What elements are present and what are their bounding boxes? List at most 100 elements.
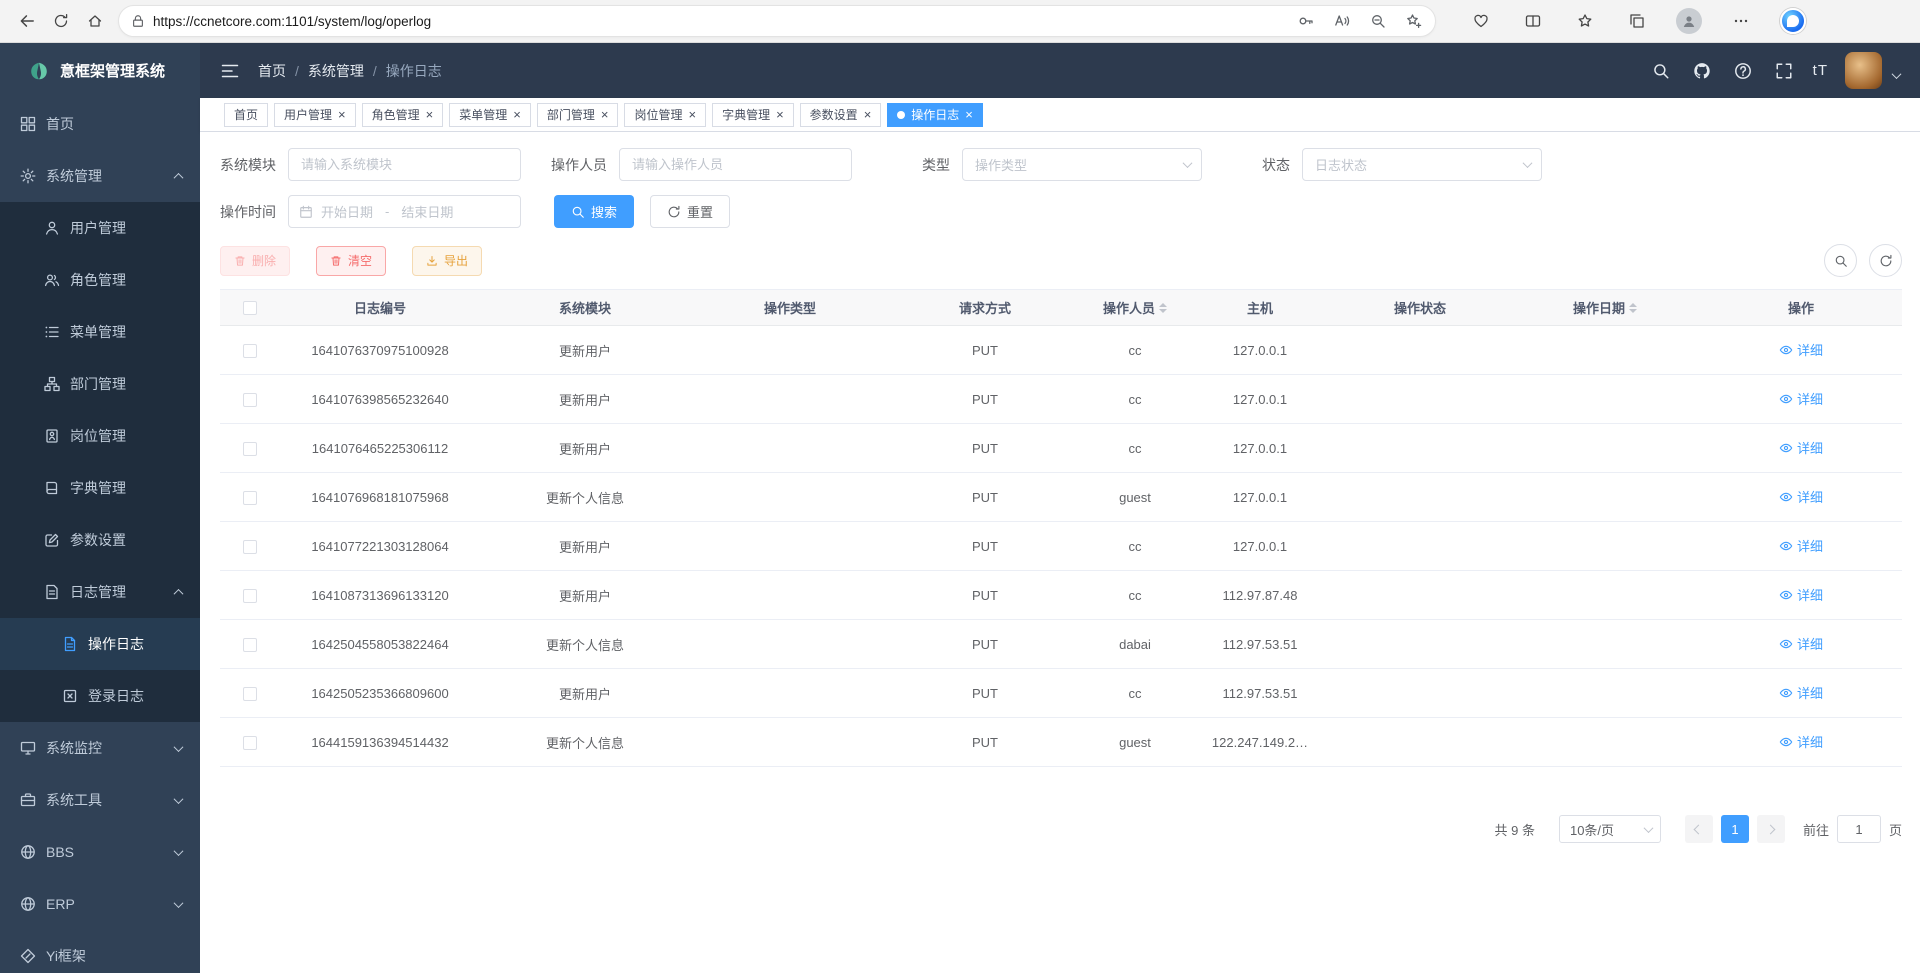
sidebar-item-loginlog[interactable]: 登录日志 (0, 670, 200, 722)
toggle-search-button[interactable] (1824, 244, 1857, 277)
breadcrumb-section[interactable]: 系统管理 (308, 61, 364, 81)
row-checkbox[interactable] (243, 540, 257, 554)
font-size-icon[interactable]: tT (1813, 62, 1828, 79)
sidebar-item-tools[interactable]: 系统工具 (0, 774, 200, 826)
detail-link[interactable]: 详细 (1779, 389, 1823, 408)
sidebar-item-bbs[interactable]: BBS (0, 826, 200, 878)
close-icon[interactable]: × (338, 108, 346, 121)
detail-link[interactable]: 详细 (1779, 340, 1823, 359)
favorite-add-icon[interactable] (1399, 7, 1429, 35)
search-icon[interactable] (1649, 59, 1673, 83)
breadcrumb-home[interactable]: 首页 (258, 61, 286, 81)
prev-page-button[interactable] (1685, 815, 1713, 843)
detail-link[interactable]: 详细 (1779, 487, 1823, 506)
sort-icon[interactable] (1629, 303, 1637, 313)
sidebar-item-post-mgmt[interactable]: 岗位管理 (0, 410, 200, 462)
tab-role-mgmt[interactable]: 角色管理× (362, 103, 444, 127)
row-checkbox[interactable] (243, 736, 257, 750)
refresh-button[interactable] (44, 4, 78, 38)
refresh-table-button[interactable] (1869, 244, 1902, 277)
row-checkbox[interactable] (243, 589, 257, 603)
detail-link[interactable]: 详细 (1779, 683, 1823, 702)
url-text[interactable]: https://ccnetcore.com:1101/system/log/op… (153, 14, 1285, 29)
tab-home[interactable]: 首页 (224, 103, 268, 127)
page-size-select[interactable]: 10条/页 (1559, 815, 1661, 843)
tab-dict-mgmt[interactable]: 字典管理× (712, 103, 794, 127)
export-button[interactable]: 导出 (412, 246, 482, 276)
sidebar-item-user-mgmt[interactable]: 用户管理 (0, 202, 200, 254)
address-bar[interactable]: https://ccnetcore.com:1101/system/log/op… (118, 5, 1436, 37)
favorites-icon[interactable] (1570, 6, 1600, 36)
sidebar-item-operlog[interactable]: 操作日志 (0, 618, 200, 670)
tab-post-mgmt[interactable]: 岗位管理× (624, 103, 706, 127)
select-all-checkbox[interactable] (243, 301, 257, 315)
close-icon[interactable]: × (965, 108, 973, 121)
sort-icon[interactable] (1159, 303, 1167, 313)
tab-dept-mgmt[interactable]: 部门管理× (537, 103, 619, 127)
detail-link[interactable]: 详细 (1779, 438, 1823, 457)
home-button[interactable] (78, 4, 112, 38)
copilot-icon[interactable] (1778, 6, 1808, 36)
row-checkbox[interactable] (243, 344, 257, 358)
detail-link[interactable]: 详细 (1779, 585, 1823, 604)
tab-operlog[interactable]: 操作日志× (887, 103, 983, 127)
jump-page-input[interactable] (1837, 815, 1881, 843)
search-button[interactable]: 搜索 (554, 195, 634, 228)
sidebar-item-yi-framework[interactable]: Yi框架 (0, 930, 200, 973)
row-checkbox[interactable] (243, 393, 257, 407)
date-range-input[interactable]: 开始日期 - 结束日期 (288, 195, 521, 228)
tab-param-settings[interactable]: 参数设置× (800, 103, 882, 127)
clear-button[interactable]: 清空 (316, 246, 386, 276)
detail-link[interactable]: 详细 (1779, 536, 1823, 555)
sidebar-item-dept-mgmt[interactable]: 部门管理 (0, 358, 200, 410)
row-checkbox[interactable] (243, 638, 257, 652)
sidebar-item-menu-mgmt[interactable]: 菜单管理 (0, 306, 200, 358)
close-icon[interactable]: × (776, 108, 784, 121)
sidebar-item-dict-mgmt[interactable]: 字典管理 (0, 462, 200, 514)
user-avatar[interactable] (1845, 52, 1882, 89)
module-input[interactable] (288, 148, 521, 181)
sidebar-item-erp[interactable]: ERP (0, 878, 200, 930)
operator-input[interactable] (619, 148, 852, 181)
row-checkbox[interactable] (243, 687, 257, 701)
tab-user-mgmt[interactable]: 用户管理× (274, 103, 356, 127)
github-icon[interactable] (1690, 59, 1714, 83)
sidebar-item-param-settings[interactable]: 参数设置 (0, 514, 200, 566)
detail-link[interactable]: 详细 (1779, 634, 1823, 653)
type-select[interactable]: 操作类型 (962, 148, 1202, 181)
fullscreen-icon[interactable] (1772, 59, 1796, 83)
next-page-button[interactable] (1757, 815, 1785, 843)
browser-essentials-icon[interactable] (1466, 6, 1496, 36)
reset-button[interactable]: 重置 (650, 195, 730, 228)
help-icon[interactable] (1731, 59, 1755, 83)
row-checkbox[interactable] (243, 491, 257, 505)
close-icon[interactable]: × (601, 108, 609, 121)
zoom-out-icon[interactable] (1363, 7, 1393, 35)
col-operator[interactable]: 操作人员 (1080, 290, 1190, 326)
sidebar-item-system-mgmt[interactable]: 系统管理 (0, 150, 200, 202)
sidebar-item-home[interactable]: 首页 (0, 98, 200, 150)
delete-button[interactable]: 删除 (220, 246, 290, 276)
collections-icon[interactable] (1622, 6, 1652, 36)
tab-menu-mgmt[interactable]: 菜单管理× (449, 103, 531, 127)
more-options-icon[interactable] (1726, 6, 1756, 36)
col-date[interactable]: 操作日期 (1510, 290, 1700, 326)
row-checkbox[interactable] (243, 442, 257, 456)
sidebar-item-role-mgmt[interactable]: 角色管理 (0, 254, 200, 306)
close-icon[interactable]: × (864, 108, 872, 121)
close-icon[interactable]: × (426, 108, 434, 121)
detail-link[interactable]: 详细 (1779, 732, 1823, 751)
sidebar-item-monitor[interactable]: 系统监控 (0, 722, 200, 774)
password-key-icon[interactable] (1291, 7, 1321, 35)
back-button[interactable] (10, 4, 44, 38)
split-screen-icon[interactable] (1518, 6, 1548, 36)
status-select[interactable]: 日志状态 (1302, 148, 1542, 181)
profile-icon[interactable] (1674, 6, 1704, 36)
close-icon[interactable]: × (688, 108, 696, 121)
sidebar-item-log-mgmt[interactable]: 日志管理 (0, 566, 200, 618)
page-number-1[interactable]: 1 (1721, 815, 1749, 843)
close-icon[interactable]: × (513, 108, 521, 121)
chevron-down-icon[interactable] (1892, 69, 1902, 79)
menu-fold-icon[interactable] (218, 59, 242, 83)
read-aloud-icon[interactable] (1327, 7, 1357, 35)
